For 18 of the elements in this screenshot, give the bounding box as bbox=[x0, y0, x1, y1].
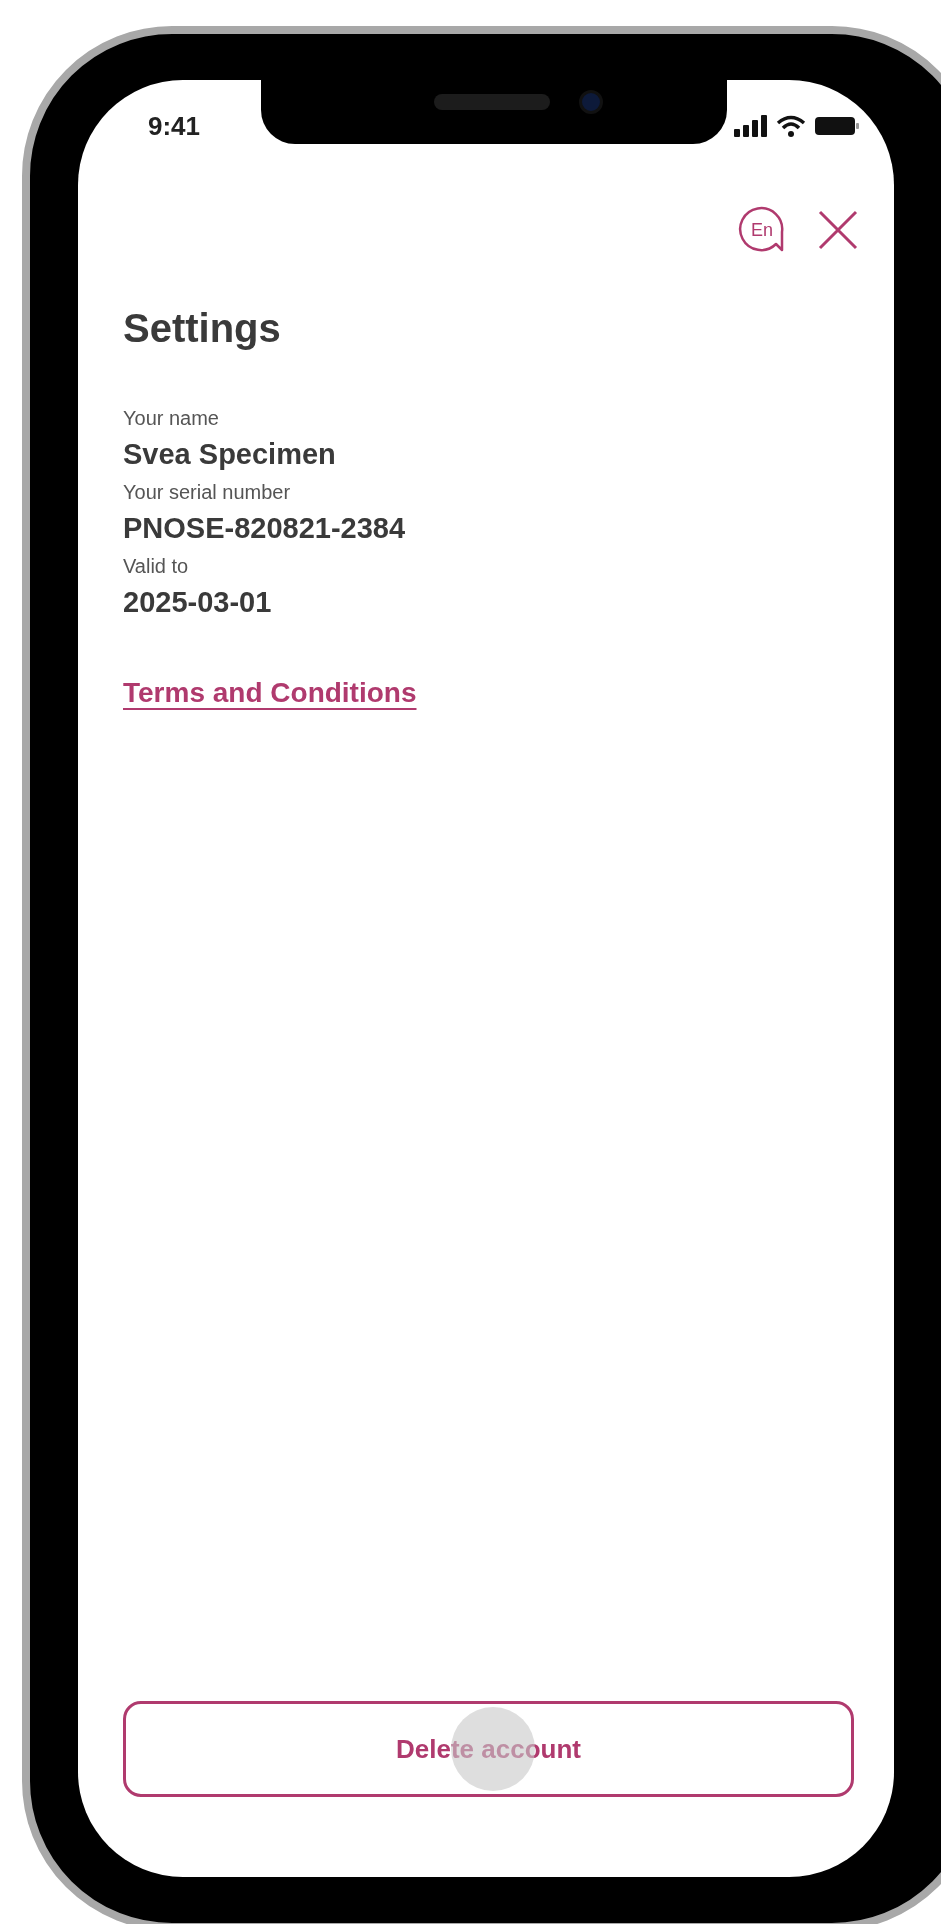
wifi-icon bbox=[776, 115, 806, 137]
field-value: PNOSE-820821-2384 bbox=[123, 511, 407, 546]
terms-link[interactable]: Terms and Conditions bbox=[123, 672, 417, 714]
field-label: Valid to bbox=[123, 554, 190, 579]
page-title: Settings bbox=[123, 308, 282, 348]
battery-icon bbox=[814, 115, 860, 137]
signal-icon bbox=[734, 115, 768, 137]
camera-lens bbox=[579, 90, 603, 114]
status-time: 9:41 bbox=[148, 109, 201, 143]
field-value: Svea Specimen bbox=[123, 437, 337, 472]
close-icon bbox=[817, 209, 859, 251]
field-label: Your serial number bbox=[123, 480, 292, 505]
language-button[interactable]: En bbox=[738, 206, 786, 254]
speech-bubble-icon bbox=[738, 206, 786, 254]
delete-account-button[interactable]: Delete account bbox=[123, 1701, 854, 1797]
field-value: 2025-03-01 bbox=[123, 585, 273, 620]
field-label: Your name bbox=[123, 406, 220, 431]
close-button[interactable] bbox=[816, 208, 860, 252]
